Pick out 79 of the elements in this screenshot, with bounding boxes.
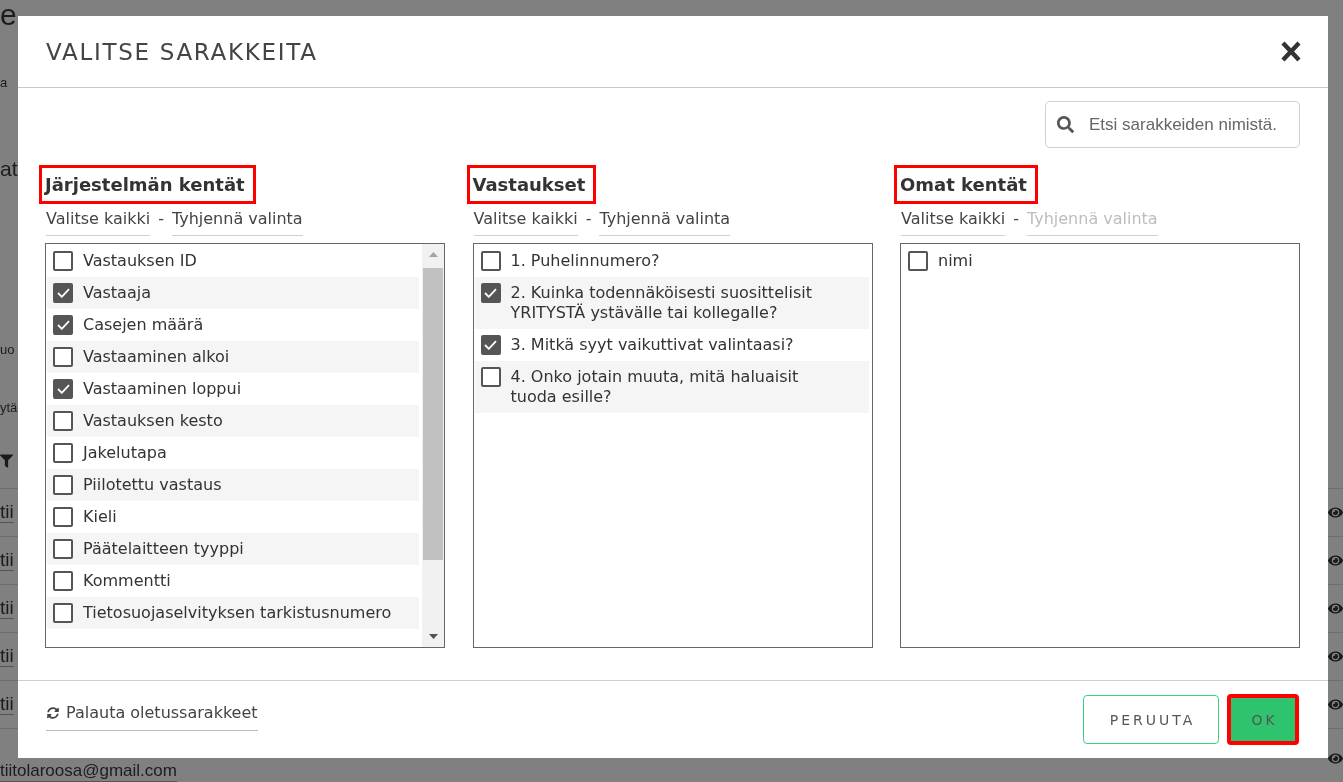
search-icon <box>1057 116 1074 133</box>
filter-icon <box>0 454 13 468</box>
column-option[interactable]: Jakelutapa <box>47 437 419 469</box>
text-fragment: ytä <box>0 399 18 417</box>
check-icon <box>484 340 497 350</box>
checkbox[interactable] <box>53 347 73 367</box>
column-option[interactable]: Päätelaitteen tyyppi <box>47 533 419 565</box>
eye-icon[interactable] <box>1328 505 1343 520</box>
brand-text: e <box>0 0 17 30</box>
eye-icon[interactable] <box>1328 601 1343 616</box>
close-button[interactable] <box>1281 41 1301 62</box>
checkbox[interactable] <box>480 367 501 387</box>
checkbox[interactable] <box>480 283 501 303</box>
table-link[interactable]: tii <box>0 694 14 715</box>
search-field[interactable]: Etsi sarakkeiden nimistä. <box>1045 101 1300 148</box>
column-option[interactable]: 2. Kuinka todennäköisesti suosittelisit YRITYSTÄ ystävälle tai kollegalle? <box>474 277 869 329</box>
checkbox[interactable] <box>53 443 73 463</box>
column-heading: Omat kentät <box>894 165 1038 204</box>
table-link[interactable]: tii <box>0 646 14 667</box>
link-separator: - <box>1013 208 1019 230</box>
checkbox[interactable] <box>53 315 73 335</box>
select-all-link[interactable]: Valitse kaikki <box>901 208 1006 236</box>
refresh-icon <box>47 707 59 719</box>
checkbox[interactable] <box>53 475 73 495</box>
text-fragment: uo <box>0 341 15 359</box>
column-option[interactable]: 4. Onko jotain muuta, mitä haluaisit tuoda esille? <box>474 361 869 413</box>
column-option[interactable]: Tietosuojaselvityksen tarkistusnumero <box>47 597 419 629</box>
column-option[interactable]: Kieli <box>47 501 419 533</box>
checkbox[interactable] <box>53 507 73 527</box>
clear-selection-link[interactable]: Tyhjennä valinta <box>171 208 303 236</box>
check-icon <box>56 384 70 394</box>
check-icon <box>484 288 497 298</box>
eye-icon[interactable] <box>1328 697 1343 712</box>
select-all-link[interactable]: Valitse kaikki <box>46 208 151 236</box>
checkbox[interactable] <box>53 539 73 559</box>
table-link[interactable]: tiitolaroosa@gmail.com <box>0 761 177 782</box>
column-heading: Järjestelmän kentät <box>39 165 256 204</box>
dialog-title: VALITSE SARAKKEITA <box>46 38 318 65</box>
select-all-link[interactable]: Valitse kaikki <box>473 208 578 236</box>
column-option[interactable]: 1. Puhelinnumero? <box>474 245 869 277</box>
column-option[interactable]: nimi <box>902 245 1296 277</box>
scroll-down-icon[interactable] <box>428 634 438 639</box>
checkbox[interactable] <box>53 379 73 399</box>
checkbox[interactable] <box>53 603 73 623</box>
column-option[interactable]: Vastauksen kesto <box>47 405 419 437</box>
link-separator: - <box>585 208 592 230</box>
scrollbar-thumb[interactable] <box>423 268 443 560</box>
clear-selection-link[interactable]: Tyhjennä valinta <box>599 208 731 236</box>
scrollbar[interactable] <box>422 244 444 647</box>
checkbox[interactable] <box>480 335 501 355</box>
column-option[interactable]: 3. Mitkä syyt vaikuttivat valintaasi? <box>474 329 869 361</box>
eye-icon[interactable] <box>1328 553 1343 568</box>
column-option[interactable]: Vastaaminen loppui <box>47 373 419 405</box>
column-option[interactable]: Vastauksen ID <box>47 245 419 277</box>
column-heading: Vastaukset <box>466 165 597 204</box>
text-fragment: a <box>0 74 8 92</box>
checkbox[interactable] <box>480 251 501 271</box>
checkbox[interactable] <box>908 251 928 271</box>
column-option[interactable]: Vastaaminen alkoi <box>47 341 419 373</box>
check-icon <box>56 288 70 298</box>
eye-icon[interactable] <box>1328 649 1343 664</box>
column-option[interactable]: Casejen määrä <box>47 309 419 341</box>
checkbox[interactable] <box>53 283 73 303</box>
text-fragment: at <box>0 156 18 182</box>
table-link[interactable]: tii <box>0 550 14 571</box>
check-icon <box>56 320 70 330</box>
table-link[interactable]: tii <box>0 598 14 619</box>
checkbox[interactable] <box>53 411 73 431</box>
column-option[interactable]: Piilotettu vastaus <box>47 469 419 501</box>
column-option[interactable]: Kommentti <box>47 565 419 597</box>
close-icon <box>1281 41 1301 62</box>
reset-columns-link[interactable]: Palauta oletussarakkeet <box>46 702 258 731</box>
eye-icon[interactable] <box>1328 751 1343 766</box>
table-link[interactable]: tii <box>0 502 14 523</box>
column-option[interactable]: Vastaaja <box>47 277 419 309</box>
link-separator: - <box>158 208 164 230</box>
checkbox[interactable] <box>53 251 73 271</box>
cancel-button[interactable]: PERUUTA <box>1083 695 1219 744</box>
checkbox[interactable] <box>53 571 73 591</box>
